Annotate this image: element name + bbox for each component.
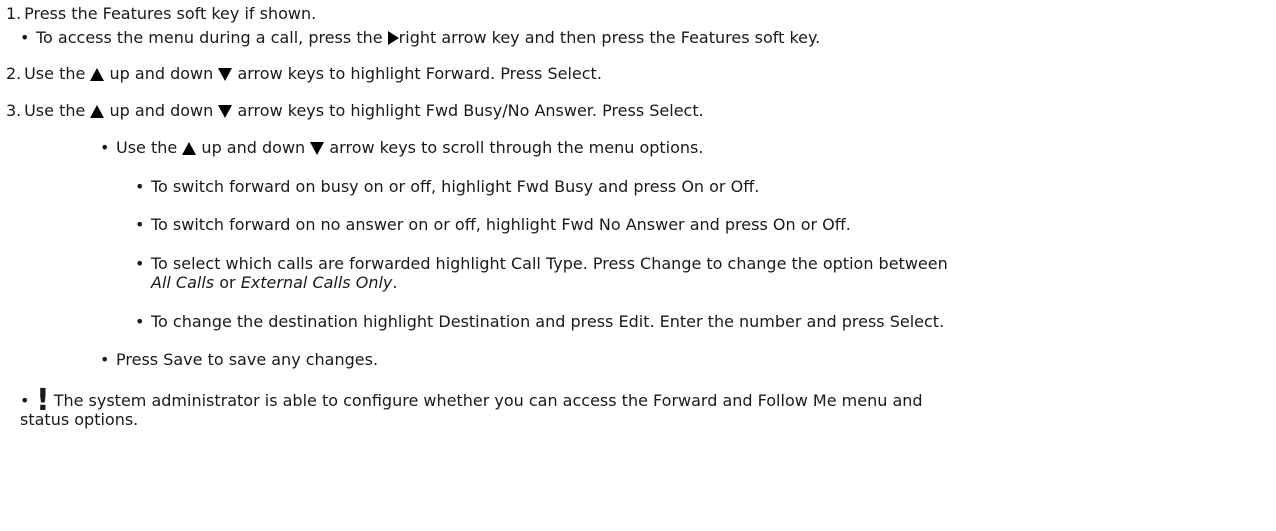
step-text: arrow keys to highlight Forward. Press S… [237, 64, 602, 83]
bullet-text: right arrow key and then press the Featu… [398, 28, 821, 47]
up-arrow-key-icon [90, 105, 105, 118]
down-arrow-key-icon [310, 142, 325, 155]
during-call-bullet: To access the menu during a call, press … [20, 28, 821, 48]
bullet-text: Press Save to save any changes. [116, 350, 379, 369]
bullet-text: arrow keys to scroll through the menu op… [329, 138, 704, 157]
step-number: 2. [6, 64, 22, 83]
admin-note: !The system administrator is able to con… [20, 386, 923, 416]
right-arrow-key-icon [387, 31, 399, 45]
option-call-type-continued: All Calls or External Calls Only. [151, 273, 397, 293]
step-text: Use the [24, 101, 86, 120]
up-arrow-key-icon [182, 142, 197, 155]
option-call-type: To select which calls are forwarded high… [135, 254, 948, 274]
step-number: 1. [6, 4, 22, 23]
bullet-text: up and down [201, 138, 306, 157]
step-text: up and down [109, 101, 214, 120]
step-text: arrow keys to highlight Fwd Busy/No Answ… [237, 101, 704, 120]
option-fwd-no-answer: To switch forward on no answer on or off… [135, 215, 851, 235]
option-text: To select which calls are forwarded high… [151, 254, 948, 273]
call-type-external-calls-only: External Calls Only [240, 273, 393, 292]
admin-note-continued: status options. [20, 410, 138, 430]
note-text: The system administrator is able to conf… [53, 391, 923, 410]
call-type-all-calls: All Calls [151, 273, 215, 292]
scroll-bullet: Use the up and down arrow keys to scroll… [100, 138, 704, 158]
step-1: 1. Press the Features soft key if shown. [6, 4, 316, 24]
step-number: 3. [6, 101, 22, 120]
option-text: To change the destination highlight Dest… [151, 312, 945, 331]
save-bullet: Press Save to save any changes. [100, 350, 379, 370]
step-text: up and down [109, 64, 214, 83]
step-text: Use the [24, 64, 86, 83]
bullet-text: Use the [116, 138, 178, 157]
option-text: . [392, 273, 398, 292]
step-3: 3. Use the up and down arrow keys to hig… [6, 101, 704, 121]
down-arrow-key-icon [218, 105, 233, 118]
note-text: status options. [20, 410, 139, 429]
option-text: To switch forward on no answer on or off… [151, 215, 851, 234]
down-arrow-key-icon [218, 68, 233, 81]
option-destination: To change the destination highlight Dest… [135, 312, 945, 332]
step-2: 2. Use the up and down arrow keys to hig… [6, 64, 602, 84]
up-arrow-key-icon [90, 68, 105, 81]
option-fwd-busy: To switch forward on busy on or off, hig… [135, 177, 760, 197]
option-text: To switch forward on busy on or off, hig… [151, 177, 760, 196]
bullet-text: To access the menu during a call, press … [36, 28, 383, 47]
option-text: or [219, 273, 236, 292]
step-text: Press the Features soft key if shown. [24, 4, 317, 23]
